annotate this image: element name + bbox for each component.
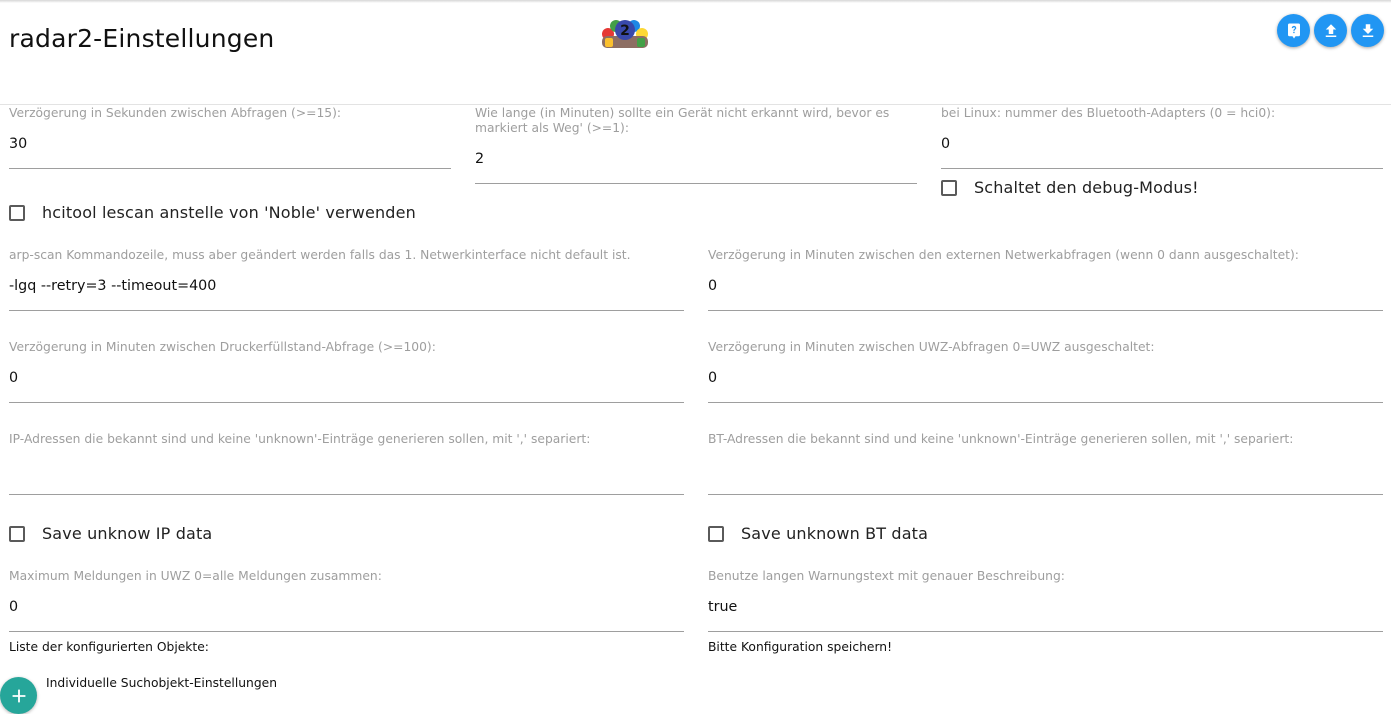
download-button[interactable] [1351,14,1384,47]
objects-list-label: Liste der konfigurierten Objekte: [9,640,209,654]
header-divider [0,104,1391,105]
known-bts-label: BT-Adressen die bekannt sind und keine '… [708,432,1294,446]
uwz-max-field[interactable]: Maximum Meldungen in UWZ 0=alle Meldunge… [9,569,684,633]
top-shadow [0,0,1391,3]
add-object-button[interactable] [0,677,37,714]
save-bt-checkbox-label: Save unknown BT data [741,524,929,543]
uwz-max-input[interactable]: 0 [9,599,18,615]
save-bt-checkbox-box[interactable] [708,525,724,542]
long-warning-underline [708,631,1383,632]
known-ips-underline [9,494,684,495]
delay-seconds-underline [9,168,451,169]
known-bts-field[interactable]: BT-Adressen die bekannt sind und keine '… [708,432,1383,496]
printer-delay-input[interactable]: 0 [9,370,18,386]
debug-checkbox-box[interactable] [941,179,957,196]
hcitool-checkbox-box[interactable] [9,204,25,221]
hcitool-checkbox-label: hcitool lescan anstelle von 'Noble' verw… [42,203,416,222]
save-bt-checkbox[interactable]: Save unknown BT data [708,524,928,543]
printer-delay-underline [9,402,684,403]
help-button[interactable] [1277,14,1310,47]
away-minutes-underline [475,183,917,184]
uwz-delay-field[interactable]: Verzögerung in Minuten zwischen UWZ-Abfr… [708,340,1383,404]
adapter-logo: 2 [598,12,652,50]
debug-checkbox-label: Schaltet den debug-Modus! [974,178,1199,197]
ext-network-delay-label: Verzögerung in Minuten zwischen den exte… [708,248,1299,262]
bt-adapter-field[interactable]: bei Linux: nummer des Bluetooth-Adapters… [941,106,1383,170]
away-minutes-label: Wie lange (in Minuten) sollte ein Gerät … [475,106,890,135]
known-ips-label: IP-Adressen die bekannt sind und keine '… [9,432,591,446]
printer-delay-field[interactable]: Verzögerung in Minuten zwischen Druckerf… [9,340,684,404]
away-minutes-field[interactable]: Wie lange (in Minuten) sollte ein Gerät … [475,106,917,186]
bt-adapter-label: bei Linux: nummer des Bluetooth-Adapters… [941,106,1276,120]
ext-network-delay-underline [708,310,1383,311]
ext-network-delay-input[interactable]: 0 [708,278,717,294]
long-warning-select[interactable]: true [708,599,737,615]
uwz-delay-label: Verzögerung in Minuten zwischen UWZ-Abfr… [708,340,1155,354]
bt-adapter-input[interactable]: 0 [941,136,950,152]
known-bts-underline [708,494,1383,495]
uwz-max-underline [9,631,684,632]
away-minutes-input[interactable]: 2 [475,151,484,167]
known-ips-field[interactable]: IP-Adressen die bekannt sind und keine '… [9,432,684,496]
long-warning-label: Benutze langen Warnungstext mit genauer … [708,569,1065,583]
debug-checkbox[interactable]: Schaltet den debug-Modus! [941,178,1199,197]
save-ip-checkbox-box[interactable] [9,525,25,542]
arp-scan-field[interactable]: arp-scan Kommandozeile, muss aber geände… [9,248,684,312]
upload-icon [1325,23,1336,37]
upload-button[interactable] [1314,14,1347,47]
delay-seconds-input[interactable]: 30 [9,136,27,152]
save-ip-checkbox-label: Save unknow IP data [42,524,213,543]
uwz-delay-underline [708,402,1383,403]
printer-delay-label: Verzögerung in Minuten zwischen Druckerf… [9,340,436,354]
add-object-label: Individuelle Suchobjekt-Einstellungen [46,676,278,690]
uwz-max-label: Maximum Meldungen in UWZ 0=alle Meldunge… [9,569,382,583]
plus-icon [12,689,25,702]
arp-scan-underline [9,310,684,311]
delay-seconds-field[interactable]: Verzögerung in Sekunden zwischen Abfrage… [9,106,451,170]
save-hint-text: Bitte Konfiguration speichern! [708,640,893,654]
delay-seconds-label: Verzögerung in Sekunden zwischen Abfrage… [9,106,342,120]
page-title: radar2-Einstellungen [9,24,275,53]
hcitool-checkbox[interactable]: hcitool lescan anstelle von 'Noble' verw… [9,203,416,222]
help-icon [1287,23,1300,38]
arp-scan-label: arp-scan Kommandozeile, muss aber geände… [9,248,631,262]
arp-scan-input[interactable]: -lgq --retry=3 --timeout=400 [9,278,216,294]
long-warning-field[interactable]: Benutze langen Warnungstext mit genauer … [708,569,1383,633]
logo-text: 2 [620,23,630,39]
save-ip-checkbox[interactable]: Save unknow IP data [9,524,212,543]
bt-adapter-underline [941,168,1383,169]
download-icon [1362,23,1373,37]
uwz-delay-input[interactable]: 0 [708,370,717,386]
ext-network-delay-field[interactable]: Verzögerung in Minuten zwischen den exte… [708,248,1383,312]
